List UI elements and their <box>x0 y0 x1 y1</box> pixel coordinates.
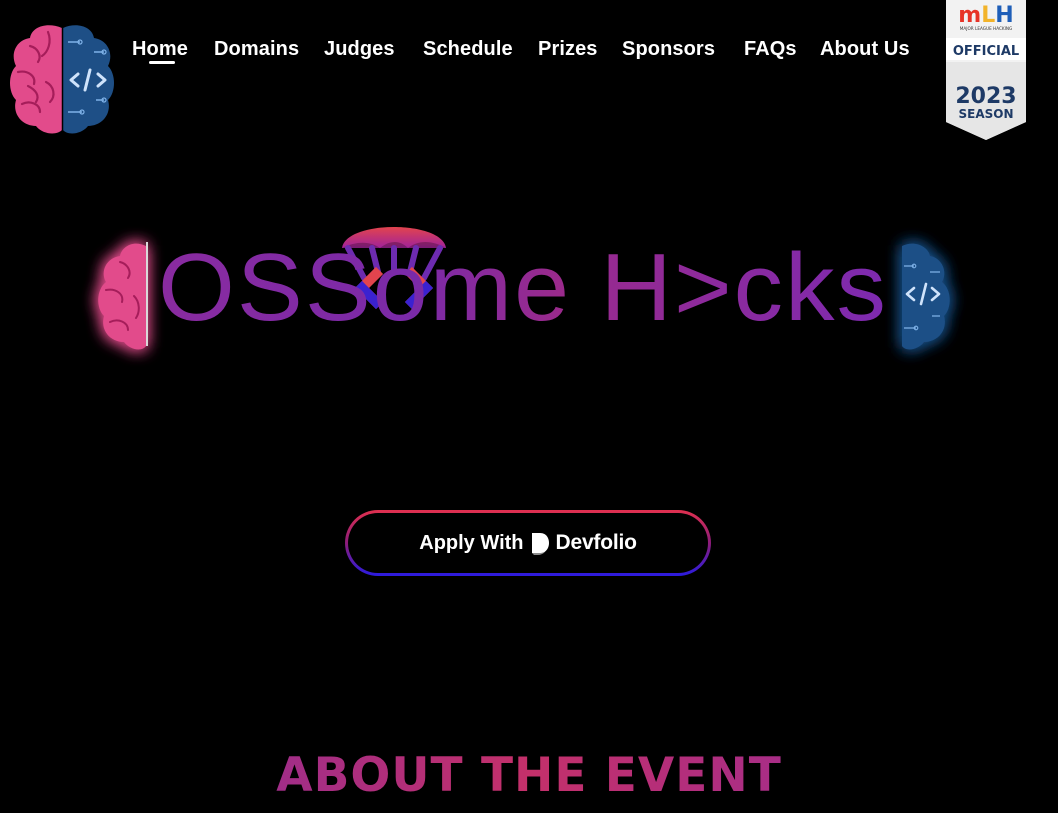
nav-item-about-us[interactable]: About Us <box>820 38 910 61</box>
apply-label: Apply With <box>419 531 524 554</box>
nav-item-schedule[interactable]: Schedule <box>423 38 513 61</box>
hero-title-logo: OSSome H>cks <box>158 227 888 336</box>
hero-title-text: OSSome H>cks <box>158 234 888 336</box>
devfolio-brand: Devfolio <box>555 531 637 554</box>
nav-item-home[interactable]: Home <box>132 38 188 64</box>
brain-right-icon <box>902 243 950 350</box>
mlh-brand-text: mLH <box>958 3 1013 28</box>
mlh-year: 2023 <box>955 84 1016 109</box>
brain-code-logo-icon[interactable] <box>8 22 116 136</box>
apply-with-devfolio-button[interactable]: Apply With Devfolio <box>345 510 711 576</box>
mlh-official-badge[interactable]: mLH MAJOR LEAGUE HACKING OFFICIAL 2023 S… <box>942 0 1030 142</box>
devfolio-icon <box>531 533 549 555</box>
nav-item-judges[interactable]: Judges <box>324 38 395 61</box>
nav-item-faqs[interactable]: FAQs <box>744 38 797 61</box>
mlh-subtitle: MAJOR LEAGUE HACKING <box>960 26 1013 31</box>
nav-item-prizes[interactable]: Prizes <box>538 38 598 61</box>
mlh-official-text: OFFICIAL <box>953 44 1019 59</box>
brain-left-icon <box>98 242 148 350</box>
mlh-season: SEASON <box>958 107 1013 121</box>
nav-item-domains[interactable]: Domains <box>214 38 299 61</box>
nav-item-sponsors[interactable]: Sponsors <box>622 38 715 61</box>
apply-button-inner: Apply With Devfolio <box>348 513 708 573</box>
about-section-heading: ABOUT THE EVENT <box>0 748 1058 803</box>
